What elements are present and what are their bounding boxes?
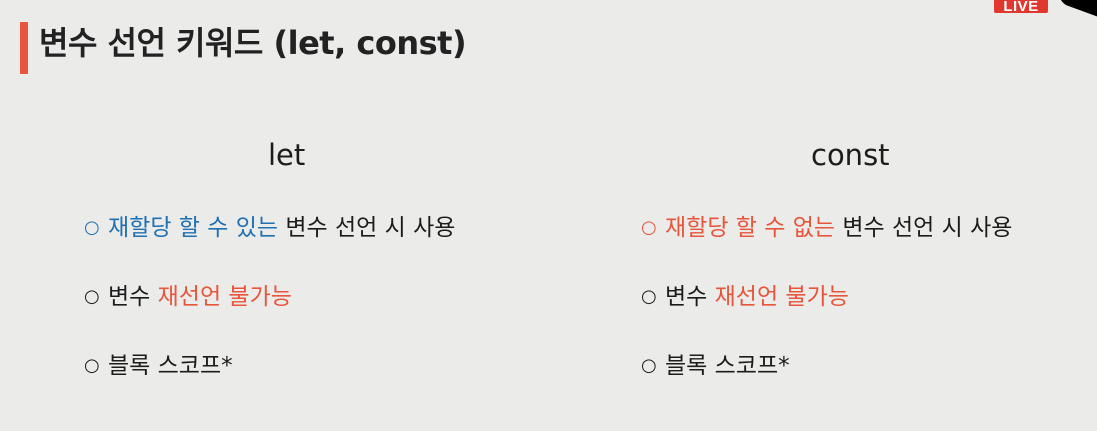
const-bullet-block-scope: ○ 블록 스코프*	[641, 348, 1012, 417]
const-header: const	[811, 138, 890, 172]
camera-overlay-shape	[1054, 0, 1097, 26]
slide-title: 변수 선언 키워드 (let, const)	[39, 24, 467, 62]
let-reassign-highlight: 재할당 할 수 있는	[108, 215, 279, 241]
title-accent-bar	[20, 22, 28, 74]
const-reassign-rest: 변수 선언 시 사용	[835, 215, 1013, 241]
let-redeclare-highlight: 재선언 불가능	[157, 284, 292, 310]
let-bullet-block-scope: ○ 블록 스코프*	[84, 348, 455, 417]
let-redeclare-prefix: 변수	[108, 284, 158, 310]
const-reassign-highlight: 재할당 할 수 없는	[665, 215, 836, 241]
bullet-circle-icon: ○	[84, 217, 100, 238]
const-redeclare-highlight: 재선언 불가능	[714, 284, 849, 310]
bullet-circle-icon: ○	[641, 217, 657, 238]
bullet-circle-icon: ○	[84, 286, 100, 307]
bullet-circle-icon: ○	[641, 355, 657, 376]
const-block-scope-text: 블록 스코프*	[665, 353, 790, 379]
const-redeclare-prefix: 변수	[665, 284, 715, 310]
bullet-circle-icon: ○	[84, 355, 100, 376]
const-bullet-reassign: ○ 재할당 할 수 없는 변수 선언 시 사용	[641, 210, 1012, 279]
bullet-circle-icon: ○	[641, 286, 657, 307]
let-bullet-reassign: ○ 재할당 할 수 있는 변수 선언 시 사용	[84, 210, 455, 279]
live-badge: LIVE	[994, 0, 1048, 13]
let-block-scope-text: 블록 스코프*	[108, 353, 233, 379]
const-bullet-list: ○ 재할당 할 수 없는 변수 선언 시 사용 ○ 변수 재선언 불가능 ○ 블…	[641, 210, 1012, 417]
const-bullet-redeclare: ○ 변수 재선언 불가능	[641, 279, 1012, 348]
let-bullet-list: ○ 재할당 할 수 있는 변수 선언 시 사용 ○ 변수 재선언 불가능 ○ 블…	[84, 210, 455, 417]
let-header: let	[268, 138, 306, 172]
let-reassign-rest: 변수 선언 시 사용	[278, 215, 456, 241]
let-bullet-redeclare: ○ 변수 재선언 불가능	[84, 279, 455, 348]
